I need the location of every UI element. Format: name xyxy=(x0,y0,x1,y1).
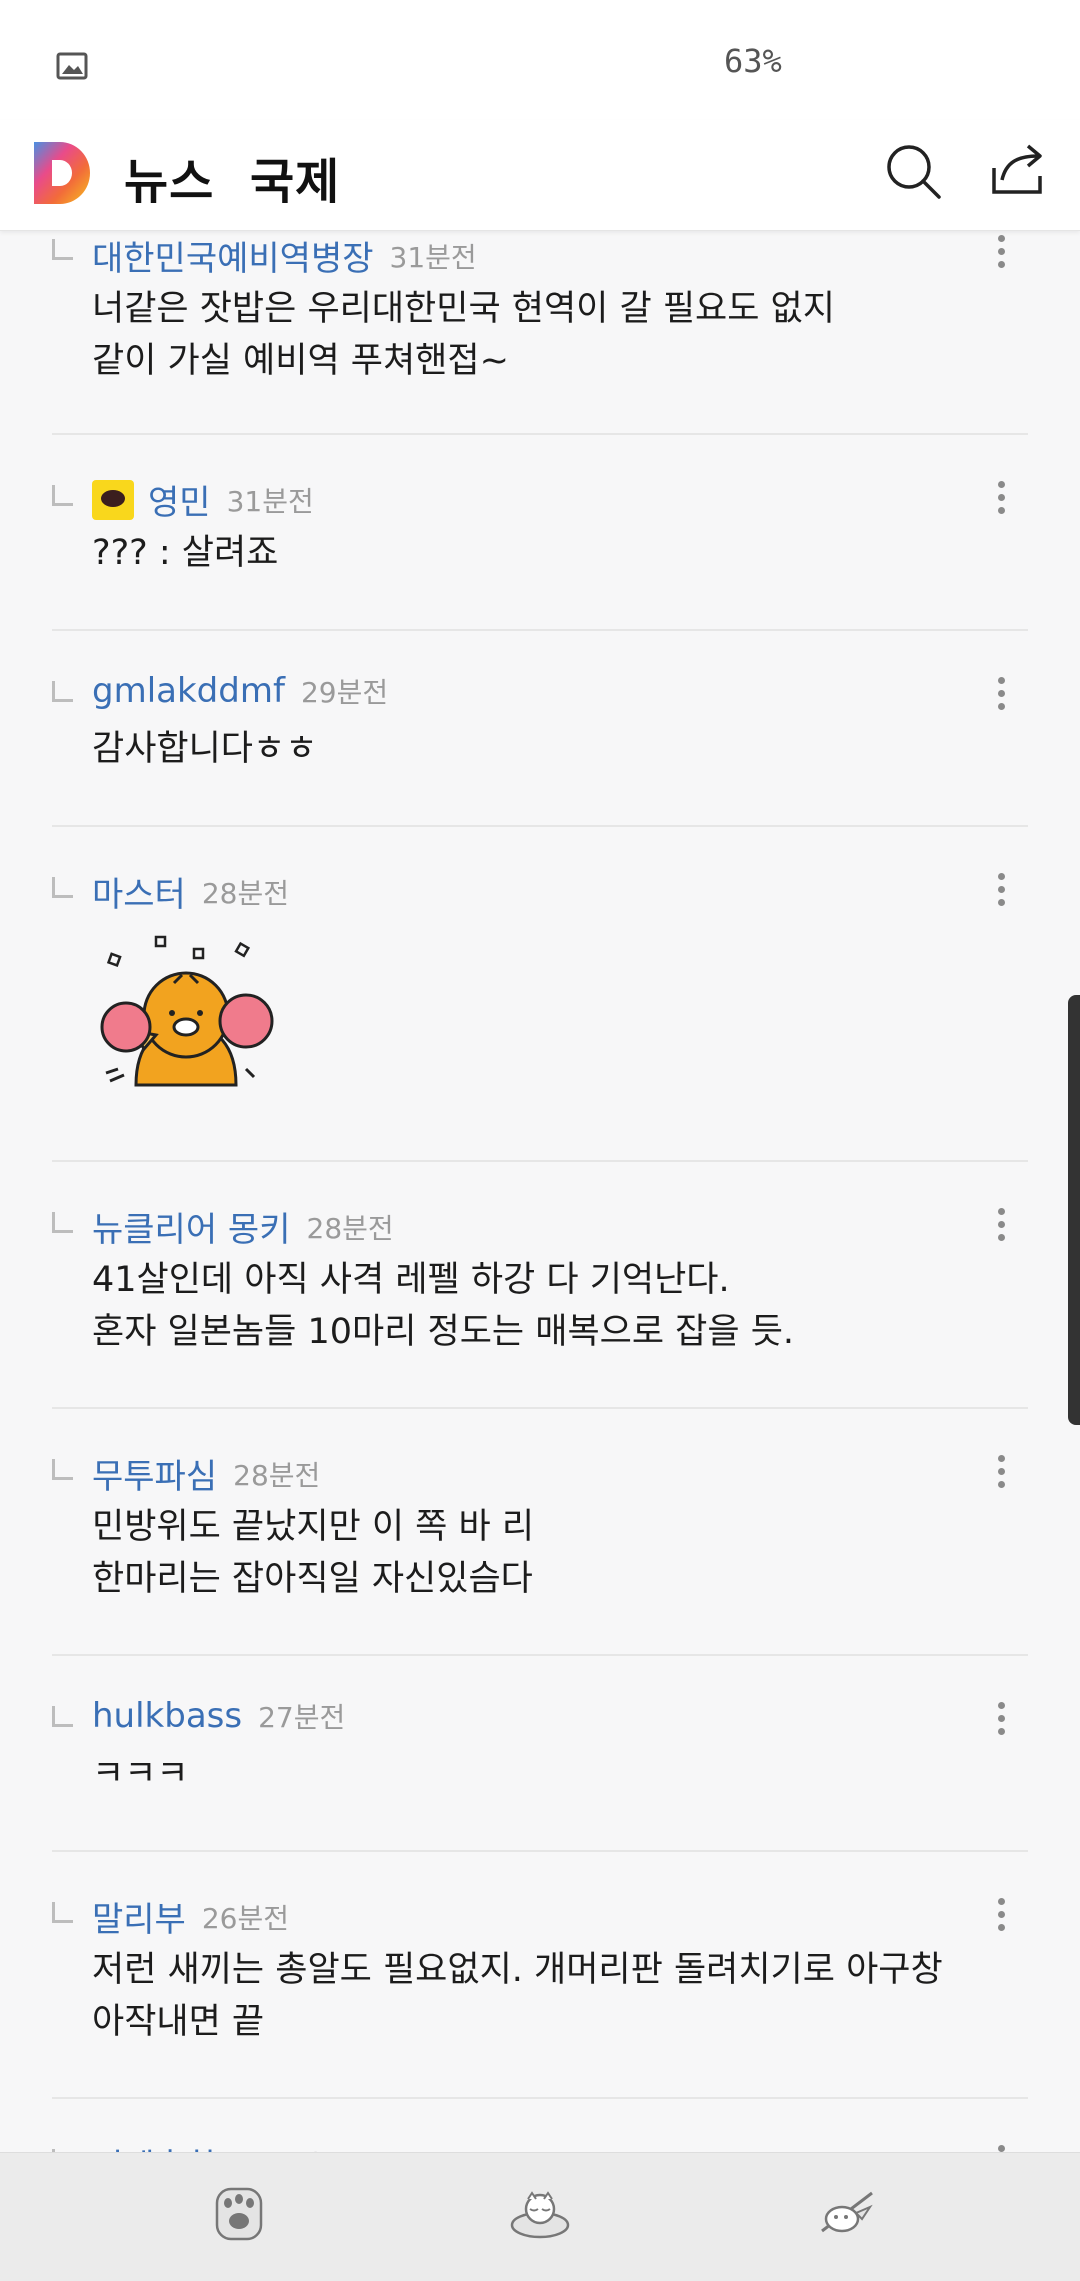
comment-item: 뉴클리어 몽키 28분전 41살인데 아직 사격 레펠 하강 다 기억난다. 혼… xyxy=(52,1162,1028,1409)
comment-time: 26분전 xyxy=(201,1901,289,1935)
more-options-icon[interactable] xyxy=(998,1702,1006,1741)
battery-percentage: 63% xyxy=(724,42,782,80)
reply-indicator-icon xyxy=(52,681,73,702)
comment-text: ??? : 살려죠 xyxy=(92,533,279,573)
comment-item: 대한민국예비역병장 31분전 너같은 잣밥은 우리대한민국 현역이 갈 필요도 … xyxy=(52,231,1028,435)
cheering-sticker-icon xyxy=(100,935,274,1087)
daum-logo[interactable] xyxy=(30,138,96,208)
comment-author[interactable]: 말리부 xyxy=(92,1892,186,1941)
reply-indicator-icon xyxy=(52,877,73,898)
comment-time: 27분전 xyxy=(258,1701,346,1734)
more-options-icon[interactable] xyxy=(998,481,1006,520)
more-options-icon[interactable] xyxy=(998,873,1006,912)
subsection-title[interactable]: 국제 xyxy=(250,142,340,212)
more-options-icon[interactable] xyxy=(998,2145,1006,2152)
comment-item: 마스터 28분전 xyxy=(52,827,1028,1162)
app-header: 뉴스 국제 xyxy=(0,120,1080,231)
comment-time: 26분전 xyxy=(233,2144,320,2153)
reply-indicator-icon xyxy=(52,1706,73,1727)
more-options-icon[interactable] xyxy=(998,1898,1006,1937)
kakao-badge-icon xyxy=(92,479,134,520)
comment-author[interactable]: hulkbass xyxy=(92,1696,242,1736)
comment-item: 말리부 26분전 저런 새끼는 총알도 필요없지. 개머리판 돌려치기로 아구창… xyxy=(52,1852,1028,2099)
more-options-icon[interactable] xyxy=(998,1455,1006,1494)
comment-time: 28분전 xyxy=(306,1211,394,1245)
comment-text: 너같은 잣밥은 우리대한민국 현역이 갈 필요도 없지 같이 가실 예비역 푸쳐… xyxy=(92,289,835,381)
comment-text: 감사합니다ㅎㅎ xyxy=(92,729,318,769)
comment-text: 41살인데 아직 사격 레펠 하강 다 기억난다. 혼자 일본놈들 10마리 정… xyxy=(92,1260,795,1352)
image-icon xyxy=(56,52,88,80)
scrollbar-handle[interactable] xyxy=(1068,995,1080,1425)
reply-indicator-icon xyxy=(52,485,73,506)
comment-text: ㅋㅋㅋ xyxy=(92,1754,189,1794)
more-options-icon[interactable] xyxy=(998,235,1006,274)
share-icon[interactable] xyxy=(988,140,1048,200)
comment-time: 29분전 xyxy=(300,676,389,709)
comment-author[interactable]: 마스터 xyxy=(92,867,186,916)
comment-author[interactable]: 무투파심 xyxy=(92,1449,217,1498)
comment-author[interactable]: 명예훈한 xyxy=(92,2139,217,2152)
reply-indicator-icon xyxy=(52,1459,73,1480)
comment-author[interactable]: 영민 xyxy=(148,475,211,524)
status-bar: 63% xyxy=(0,0,1080,120)
sleeping-character-icon[interactable] xyxy=(508,2183,572,2243)
reply-indicator-icon xyxy=(52,239,73,260)
comment-item: hulkbass 27분전 ㅋㅋㅋ xyxy=(52,1656,1028,1852)
comment-time: 28분전 xyxy=(201,876,289,910)
comment-time: 31분전 xyxy=(389,240,477,274)
comment-author[interactable]: 대한민국예비역병장 xyxy=(92,231,374,280)
bottom-navigation xyxy=(0,2152,1080,2281)
more-options-icon[interactable] xyxy=(998,1208,1006,1247)
comment-item: 명예훈한 26분전 xyxy=(52,2099,1028,2152)
reply-indicator-icon xyxy=(52,1902,73,1923)
comment-time: 31분전 xyxy=(226,484,314,518)
comment-list[interactable]: 대한민국예비역병장 31분전 너같은 잣밥은 우리대한민국 현역이 갈 필요도 … xyxy=(0,231,1080,2152)
paw-icon[interactable] xyxy=(214,2183,264,2243)
comment-author[interactable]: gmlakddmf xyxy=(92,671,285,711)
search-icon[interactable] xyxy=(884,142,944,202)
more-options-icon[interactable] xyxy=(998,677,1006,716)
flying-character-icon[interactable] xyxy=(812,2183,882,2243)
section-title[interactable]: 뉴스 xyxy=(124,142,214,212)
comment-item: gmlakddmf 29분전 감사합니다ㅎㅎ xyxy=(52,631,1028,827)
comment-text: 저런 새끼는 총알도 필요없지. 개머리판 돌려치기로 아구창 아작내면 끝 xyxy=(92,1950,943,2042)
comment-text: 민방위도 끝났지만 이 쪽 바 리 한마리는 잡아직일 자신있슴다 xyxy=(92,1507,535,1599)
comment-author[interactable]: 뉴클리어 몽키 xyxy=(92,1202,291,1251)
comment-item: 무투파심 28분전 민방위도 끝났지만 이 쪽 바 리 한마리는 잡아직일 자신… xyxy=(52,1409,1028,1656)
comment-item: 영민 31분전 ??? : 살려죠 xyxy=(52,435,1028,631)
reply-indicator-icon xyxy=(52,1212,73,1233)
comment-time: 28분전 xyxy=(233,1458,321,1492)
